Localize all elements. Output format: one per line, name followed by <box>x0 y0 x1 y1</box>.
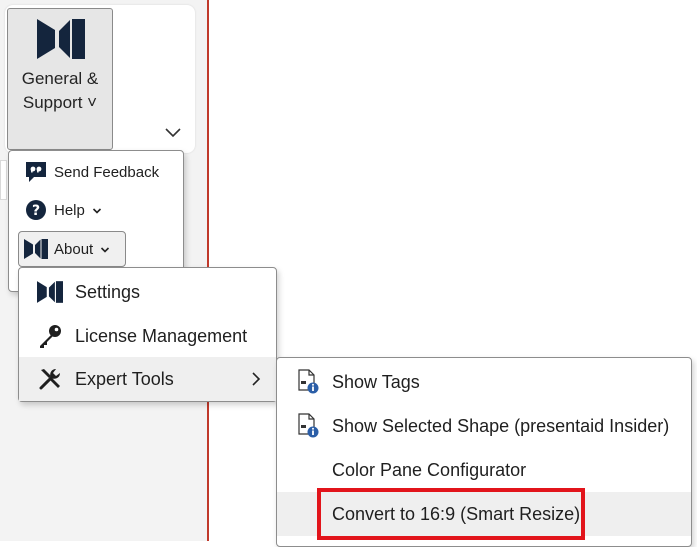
show-tags-label: Show Tags <box>332 371 420 392</box>
help-circle-icon: ? <box>23 197 49 223</box>
chevron-down-icon <box>101 246 110 253</box>
about-label: About <box>54 241 110 258</box>
document-info-icon <box>293 367 323 397</box>
settings-item[interactable]: Settings <box>19 270 276 314</box>
tools-icon <box>35 364 65 394</box>
chevron-down-icon <box>92 207 102 214</box>
color-pane-configurator-label: Color Pane Configurator <box>332 459 527 480</box>
license-management-label: License Management <box>75 325 248 346</box>
about-item[interactable]: About <box>9 230 183 268</box>
show-selected-shape-label: Show Selected Shape (presentaid Insider) <box>332 415 670 436</box>
feedback-bubble-icon <box>23 159 49 185</box>
general-support-label: General & Support ˅ <box>21 69 99 112</box>
chevron-down-icon[interactable] <box>163 124 183 142</box>
show-tags-item[interactable]: Show Tags <box>277 360 691 404</box>
key-icon <box>35 321 65 351</box>
expert-tools-label: Expert Tools <box>75 368 174 389</box>
chevron-right-icon <box>252 372 261 386</box>
send-feedback-label: Send Feedback <box>54 163 160 181</box>
presentaid-logo-icon <box>37 19 85 64</box>
expert-tools-item[interactable]: Expert Tools <box>19 357 276 401</box>
document-info-icon <box>293 411 323 441</box>
convert-16-9-label: Convert to 16:9 (Smart Resize) <box>332 503 581 524</box>
about-menu: Settings License Management Expert Tools <box>18 267 277 402</box>
svg-text:?: ? <box>32 203 40 219</box>
help-label: Help <box>54 202 102 219</box>
color-pane-configurator-item[interactable]: Color Pane Configurator <box>277 448 691 492</box>
presentaid-logo-icon <box>23 236 49 262</box>
show-selected-shape-item[interactable]: Show Selected Shape (presentaid Insider) <box>277 404 691 448</box>
send-feedback-item[interactable]: Send Feedback <box>9 153 183 191</box>
convert-16-9-item[interactable]: Convert to 16:9 (Smart Resize) <box>277 492 691 536</box>
expert-tools-menu: Show Tags Show Selected Shape (presentai… <box>276 357 692 547</box>
license-management-item[interactable]: License Management <box>19 314 276 358</box>
presentaid-logo-icon <box>35 277 65 307</box>
settings-label: Settings <box>75 281 141 302</box>
general-support-button[interactable]: General & Support ˅ <box>7 8 113 150</box>
help-item[interactable]: ? Help <box>9 191 183 229</box>
ribbon-edge <box>0 160 7 200</box>
